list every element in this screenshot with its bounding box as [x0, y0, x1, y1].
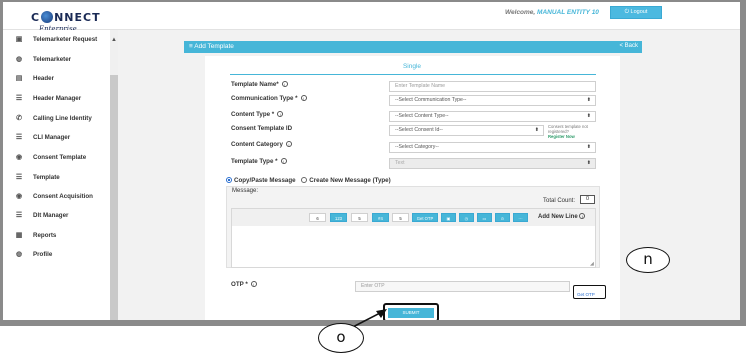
callout-arrow: [346, 309, 387, 331]
screenshot-frame: CNNECT Enterprise Solutions Welcome, MAN…: [0, 0, 746, 358]
callout-o: o: [318, 323, 364, 353]
callout-n: n: [626, 247, 670, 273]
